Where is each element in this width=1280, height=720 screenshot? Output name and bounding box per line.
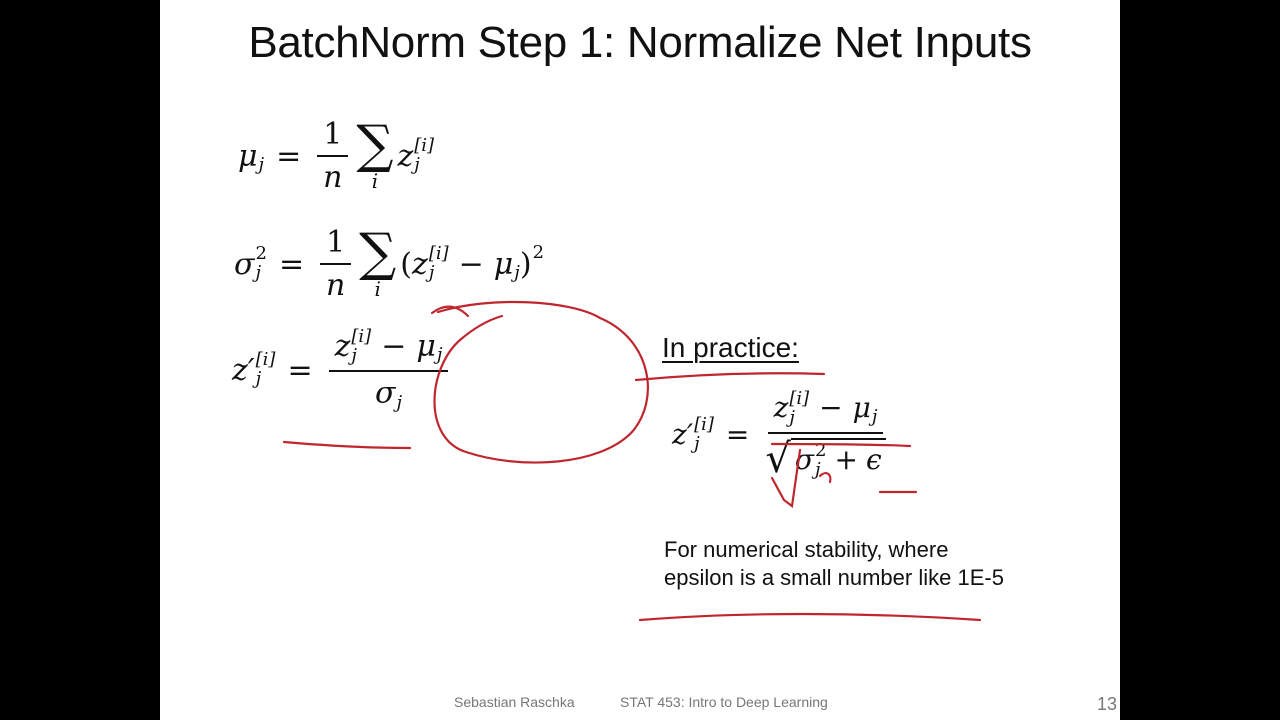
heading-underline-annotation	[634, 372, 826, 382]
note-underline-annotation	[638, 612, 982, 622]
footer-author: Sebastian Raschka	[454, 694, 575, 710]
sqrt-highlight-annotation	[770, 448, 802, 508]
circle-annotation	[433, 300, 649, 464]
footer-course: STAT 453: Intro to Deep Learning	[620, 694, 828, 710]
page-number: 13	[1097, 694, 1118, 714]
slide: BatchNorm Step 1: Normalize Net Inputs μ…	[160, 0, 1120, 720]
underline-annotation	[282, 440, 412, 450]
numerator-underline-annotation	[770, 442, 912, 448]
exponent-highlight-annotation	[818, 472, 832, 484]
pen-annotations	[282, 300, 982, 622]
